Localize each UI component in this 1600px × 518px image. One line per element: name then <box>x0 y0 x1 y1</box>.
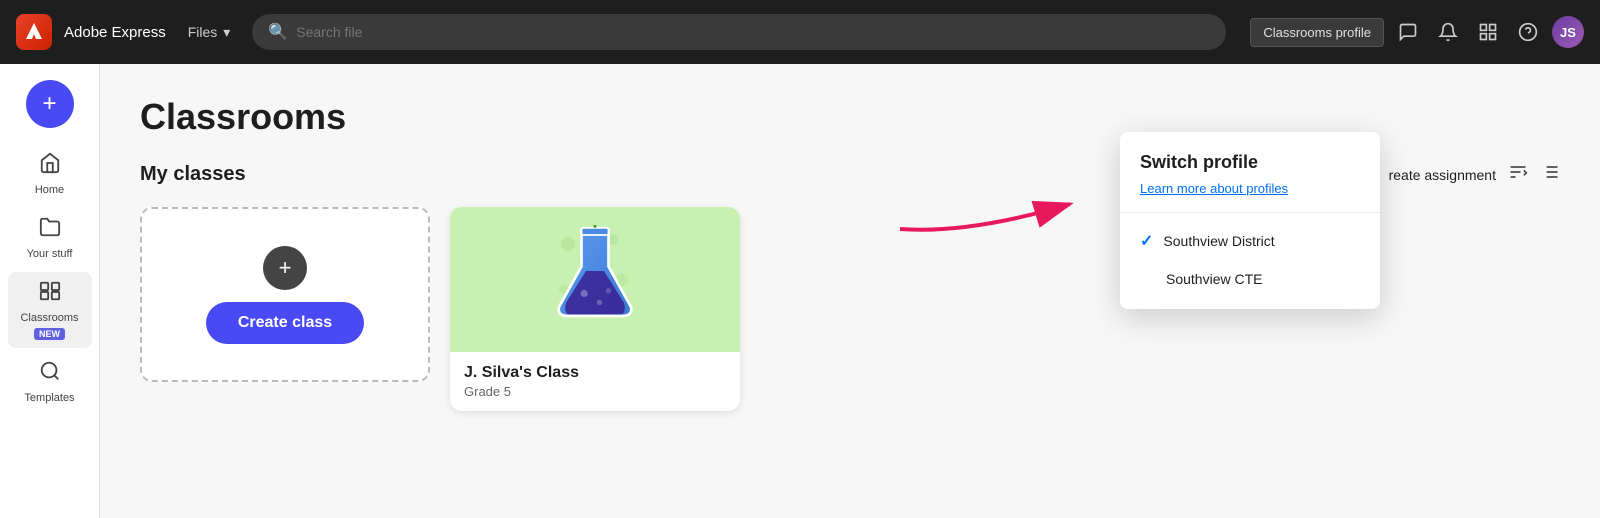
content-area: Classrooms My classes reate assignment <box>100 64 1600 518</box>
class-card[interactable]: J. Silva's Class Grade 5 <box>450 207 740 411</box>
sidebar-item-your-stuff[interactable]: Your stuff <box>8 208 92 268</box>
popup-divider <box>1120 212 1380 213</box>
templates-icon <box>39 360 61 388</box>
section-actions: reate assignment <box>1389 162 1560 187</box>
classrooms-profile-button[interactable]: Classrooms profile <box>1250 18 1384 47</box>
create-class-circle: + <box>263 246 307 290</box>
chevron-down-icon: ▾ <box>223 24 230 41</box>
your-stuff-icon <box>39 216 61 244</box>
class-card-info: J. Silva's Class Grade 5 <box>450 352 740 411</box>
nav-right: Classrooms profile JS <box>1250 16 1584 48</box>
help-icon-button[interactable] <box>1512 16 1544 48</box>
chat-icon-button[interactable] <box>1392 16 1424 48</box>
list-view-button[interactable] <box>1540 162 1560 187</box>
classrooms-icon <box>39 280 61 308</box>
app-name: Adobe Express <box>64 24 166 41</box>
option-southview-district-label: Southview District <box>1163 233 1274 249</box>
sidebar: + Home Your stuff <box>0 64 100 518</box>
section-title: My classes <box>140 163 246 186</box>
popup-option-southview-cte[interactable]: Southview CTE <box>1120 261 1380 297</box>
home-icon <box>39 152 61 180</box>
new-badge: NEW <box>34 328 65 340</box>
search-icon: 🔍 <box>268 22 288 42</box>
sort-view-button[interactable] <box>1508 162 1528 187</box>
check-icon: ✓ <box>1140 231 1153 251</box>
sidebar-item-home[interactable]: Home <box>8 144 92 204</box>
files-dropdown[interactable]: Files ▾ <box>178 18 241 47</box>
user-avatar[interactable]: JS <box>1552 16 1584 48</box>
sidebar-your-stuff-label: Your stuff <box>27 248 73 260</box>
main-layout: + Home Your stuff <box>0 64 1600 518</box>
class-card-grade: Grade 5 <box>464 384 726 399</box>
grid-icon-button[interactable] <box>1472 16 1504 48</box>
switch-profile-popup: Switch profile Learn more about profiles… <box>1120 132 1380 309</box>
create-class-button[interactable]: Create class <box>206 302 364 344</box>
sidebar-templates-label: Templates <box>24 392 74 404</box>
create-class-card[interactable]: + Create class <box>140 207 430 382</box>
popup-title: Switch profile <box>1120 152 1380 181</box>
class-card-thumbnail <box>450 207 740 352</box>
learn-more-link[interactable]: Learn more about profiles <box>1120 181 1380 212</box>
class-card-name: J. Silva's Class <box>464 364 726 382</box>
add-button[interactable]: + <box>26 80 74 128</box>
adobe-logo <box>16 14 52 50</box>
popup-option-southview-district[interactable]: ✓ Southview District <box>1120 221 1380 261</box>
sidebar-item-classrooms[interactable]: Classrooms NEW <box>8 272 92 348</box>
sidebar-item-templates[interactable]: Templates <box>8 352 92 412</box>
option-southview-cte-label: Southview CTE <box>1166 271 1262 287</box>
search-bar: 🔍 <box>252 14 1226 50</box>
create-assignment-button[interactable]: reate assignment <box>1389 167 1496 183</box>
search-input[interactable] <box>296 24 1210 40</box>
top-navigation: Adobe Express Files ▾ 🔍 Classrooms profi… <box>0 0 1600 64</box>
bell-icon-button[interactable] <box>1432 16 1464 48</box>
sidebar-classrooms-label: Classrooms <box>20 312 78 324</box>
files-label: Files <box>188 24 218 40</box>
sidebar-home-label: Home <box>35 184 64 196</box>
